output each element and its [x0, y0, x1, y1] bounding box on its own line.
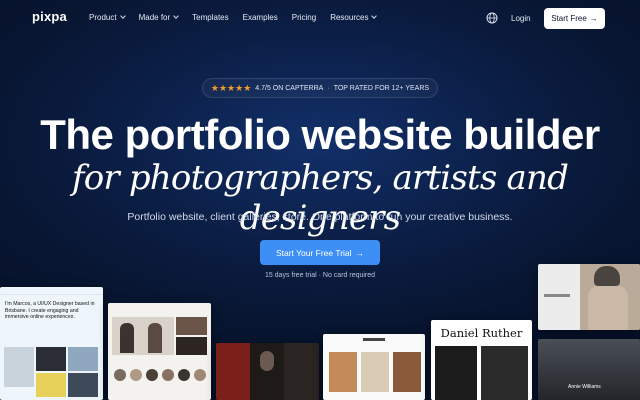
star-rating-icon: ★★★★★ [210, 82, 252, 93]
template-preview-designer[interactable]: I'm Marcos, a UI/UX Designer based in Br… [0, 287, 103, 400]
top-rated-text: TOP RATED FOR 12+ YEARS [333, 84, 430, 92]
preview-person [588, 286, 628, 330]
preview-image [4, 347, 34, 387]
preview-person [148, 323, 162, 353]
preview-avatar [178, 369, 190, 381]
preview-image [176, 337, 207, 355]
login-link[interactable]: Login [511, 14, 531, 23]
template-preview-annie-williams[interactable]: Annie Williams [538, 339, 640, 400]
menu-item-made-for[interactable]: Made for [139, 13, 179, 22]
hero-subtext: Portfolio website, client galleries, sto… [127, 211, 513, 223]
rating-badge: ★★★★★ 4.7/5 ON CAPTERRA · TOP RATED FOR … [202, 78, 438, 98]
preview-image [36, 373, 66, 397]
preview-person [120, 323, 134, 353]
preview-avatar [194, 369, 206, 381]
main-menu: Product Made for Templates Examples Pric… [89, 13, 390, 22]
preview-image [176, 317, 207, 335]
preview-topbar [0, 287, 103, 295]
preview-image [36, 347, 66, 371]
menu-label: Pricing [291, 13, 317, 22]
menu-label: Product [89, 13, 117, 22]
preview-name-label: Annie Williams [568, 384, 601, 390]
hero-headline: The portfolio website builder [40, 111, 600, 158]
chevron-down-icon [173, 13, 179, 19]
preview-name-title: Daniel Ruther [440, 326, 523, 340]
preview-image [435, 346, 477, 400]
preview-image [393, 352, 421, 392]
preview-person [594, 266, 620, 286]
menu-item-pricing[interactable]: Pricing [292, 13, 316, 22]
menu-item-product[interactable]: Product [89, 13, 126, 22]
arrow-right-icon: → [355, 247, 365, 258]
preview-bio-text: I'm Marcos, a UI/UX Designer based in Br… [5, 301, 95, 320]
preview-image [538, 339, 640, 400]
template-preview-daniel-ruther[interactable]: Daniel Ruther [431, 320, 532, 400]
preview-image [481, 346, 528, 400]
preview-person [260, 351, 274, 371]
chevron-down-icon [119, 13, 126, 19]
globe-icon[interactable] [486, 12, 498, 24]
template-preview-dark-gallery[interactable] [216, 343, 319, 400]
top-nav: pixpa Product Made for Templates Example… [0, 0, 640, 36]
preview-image [361, 352, 389, 392]
rating-text: 4.7/5 ON CAPTERRA [255, 84, 324, 92]
menu-item-examples[interactable]: Examples [243, 13, 278, 22]
pixpa-logo[interactable]: pixpa [32, 9, 67, 24]
menu-label: Made for [138, 13, 171, 22]
hero-headline-italic: for photographers, artists and designers [71, 158, 569, 238]
template-preview-portraits[interactable] [108, 303, 211, 400]
preview-title [544, 294, 570, 297]
preview-avatar [146, 369, 158, 381]
menu-label: Examples [242, 13, 278, 22]
preview-avatar [162, 369, 174, 381]
template-preview-fashion[interactable] [538, 264, 640, 330]
cta-label: Start Your Free Trial [275, 247, 352, 258]
menu-label: Templates [192, 13, 229, 22]
start-free-trial-button[interactable]: Start Your Free Trial → [260, 240, 380, 265]
preview-image [329, 352, 357, 392]
start-free-button[interactable]: Start Free → [544, 8, 605, 29]
arrow-right-icon: → [589, 14, 598, 23]
template-preview-light-gallery[interactable] [323, 334, 425, 400]
preview-image [216, 343, 250, 400]
chevron-down-icon [371, 13, 378, 19]
rating-separator: · [327, 84, 330, 92]
start-free-label: Start Free [551, 14, 587, 23]
menu-item-resources[interactable]: Resources [330, 13, 378, 22]
preview-avatar [114, 369, 126, 381]
preview-image [68, 347, 98, 371]
preview-title [363, 338, 385, 341]
menu-label: Resources [330, 13, 369, 22]
menu-item-templates[interactable]: Templates [192, 13, 228, 22]
preview-avatar [130, 369, 142, 381]
preview-image [68, 373, 98, 397]
preview-image [284, 343, 319, 400]
